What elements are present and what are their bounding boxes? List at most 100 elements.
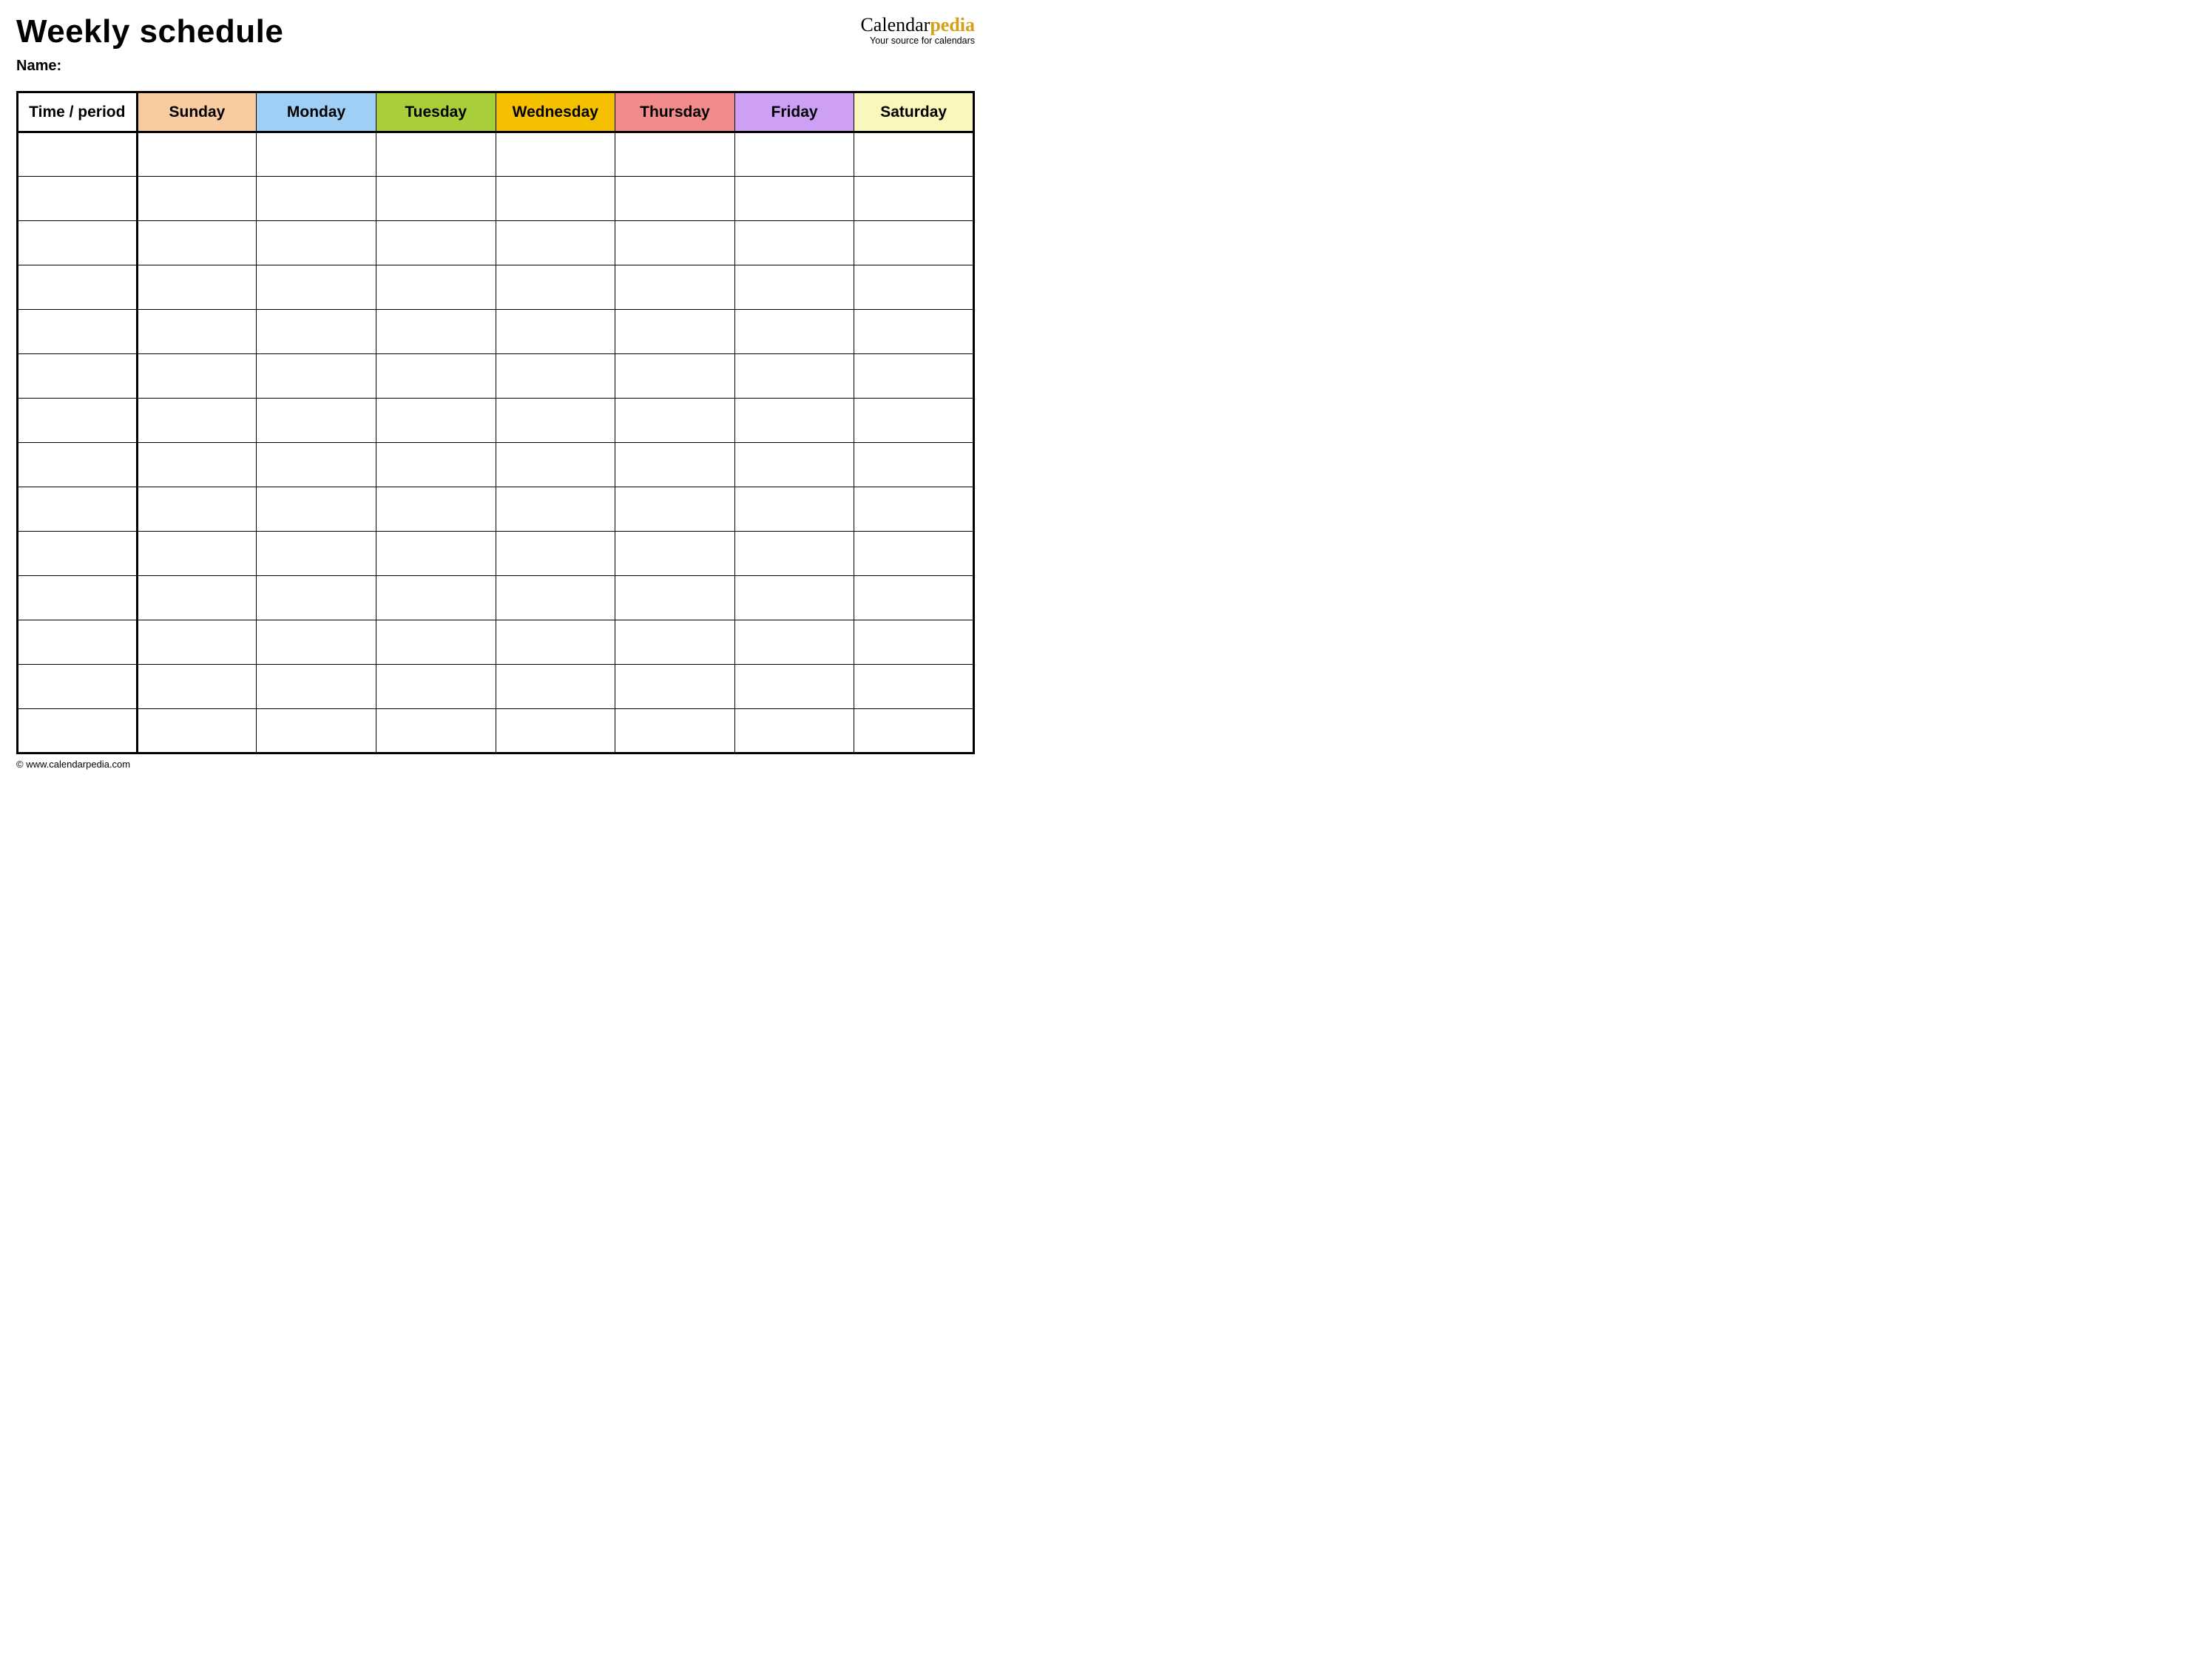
- schedule-cell: [854, 310, 974, 354]
- schedule-cell: [615, 620, 735, 665]
- schedule-cell: [496, 443, 615, 487]
- schedule-cell: [615, 487, 735, 532]
- schedule-row: [18, 709, 974, 753]
- schedule-cell: [734, 310, 854, 354]
- time-cell: [18, 620, 138, 665]
- schedule-cell: [734, 487, 854, 532]
- name-label: Name:: [16, 58, 61, 74]
- schedule-row: [18, 576, 974, 620]
- schedule-cell: [137, 354, 257, 399]
- schedule-cell: [376, 576, 496, 620]
- schedule-cell: [854, 532, 974, 576]
- schedule-cell: [496, 620, 615, 665]
- schedule-cell: [496, 265, 615, 310]
- schedule-cell: [376, 443, 496, 487]
- schedule-cell: [496, 709, 615, 753]
- time-cell: [18, 665, 138, 709]
- schedule-cell: [376, 132, 496, 177]
- schedule-cell: [137, 709, 257, 753]
- brand-name-part2: pedia: [930, 14, 975, 35]
- time-period-header: Time / period: [18, 92, 138, 132]
- time-cell: [18, 221, 138, 265]
- schedule-cell: [854, 487, 974, 532]
- schedule-cell: [257, 576, 376, 620]
- schedule-cell: [854, 665, 974, 709]
- schedule-row: [18, 221, 974, 265]
- schedule-table-body: [18, 132, 974, 753]
- schedule-cell: [854, 221, 974, 265]
- schedule-cell: [137, 310, 257, 354]
- schedule-cell: [137, 399, 257, 443]
- schedule-row: [18, 177, 974, 221]
- schedule-cell: [137, 532, 257, 576]
- schedule-cell: [496, 354, 615, 399]
- schedule-cell: [376, 665, 496, 709]
- schedule-cell: [854, 620, 974, 665]
- schedule-row: [18, 354, 974, 399]
- schedule-cell: [496, 310, 615, 354]
- brand-name-part1: Calendar: [860, 14, 930, 35]
- brand-block: Calendarpedia Your source for calendars: [860, 13, 975, 46]
- schedule-cell: [734, 709, 854, 753]
- schedule-cell: [257, 487, 376, 532]
- schedule-cell: [854, 709, 974, 753]
- schedule-cell: [496, 399, 615, 443]
- time-cell: [18, 709, 138, 753]
- schedule-cell: [854, 177, 974, 221]
- brand-name: Calendarpedia: [860, 15, 975, 36]
- schedule-cell: [376, 310, 496, 354]
- time-cell: [18, 532, 138, 576]
- schedule-cell: [615, 354, 735, 399]
- schedule-cell: [257, 709, 376, 753]
- schedule-cell: [734, 532, 854, 576]
- schedule-cell: [734, 620, 854, 665]
- schedule-cell: [137, 221, 257, 265]
- schedule-row: [18, 532, 974, 576]
- time-cell: [18, 354, 138, 399]
- schedule-cell: [257, 354, 376, 399]
- schedule-cell: [615, 177, 735, 221]
- time-cell: [18, 177, 138, 221]
- footer-copyright: © www.calendarpedia.com: [16, 759, 975, 770]
- schedule-cell: [734, 177, 854, 221]
- schedule-cell: [854, 354, 974, 399]
- schedule-cell: [615, 532, 735, 576]
- schedule-cell: [854, 443, 974, 487]
- name-field-row: Name:: [16, 58, 975, 75]
- schedule-header-row: Time / periodSundayMondayTuesdayWednesda…: [18, 92, 974, 132]
- schedule-cell: [615, 132, 735, 177]
- schedule-cell: [376, 709, 496, 753]
- schedule-row: [18, 265, 974, 310]
- schedule-cell: [137, 443, 257, 487]
- schedule-cell: [854, 265, 974, 310]
- time-cell: [18, 265, 138, 310]
- schedule-row: [18, 132, 974, 177]
- schedule-cell: [615, 665, 735, 709]
- schedule-cell: [734, 265, 854, 310]
- schedule-row: [18, 399, 974, 443]
- schedule-cell: [137, 665, 257, 709]
- schedule-cell: [615, 443, 735, 487]
- schedule-cell: [137, 265, 257, 310]
- schedule-cell: [496, 177, 615, 221]
- day-header-saturday: Saturday: [854, 92, 974, 132]
- schedule-cell: [734, 132, 854, 177]
- schedule-cell: [496, 221, 615, 265]
- schedule-cell: [854, 399, 974, 443]
- schedule-table-head: Time / periodSundayMondayTuesdayWednesda…: [18, 92, 974, 132]
- time-cell: [18, 132, 138, 177]
- schedule-cell: [615, 399, 735, 443]
- schedule-cell: [137, 576, 257, 620]
- schedule-cell: [137, 177, 257, 221]
- brand-tagline: Your source for calendars: [860, 36, 975, 47]
- time-cell: [18, 399, 138, 443]
- day-header-monday: Monday: [257, 92, 376, 132]
- schedule-row: [18, 665, 974, 709]
- schedule-cell: [376, 354, 496, 399]
- day-header-wednesday: Wednesday: [496, 92, 615, 132]
- schedule-cell: [257, 443, 376, 487]
- schedule-cell: [257, 265, 376, 310]
- schedule-cell: [615, 265, 735, 310]
- day-header-sunday: Sunday: [137, 92, 257, 132]
- header-row: Weekly schedule Calendarpedia Your sourc…: [16, 13, 975, 50]
